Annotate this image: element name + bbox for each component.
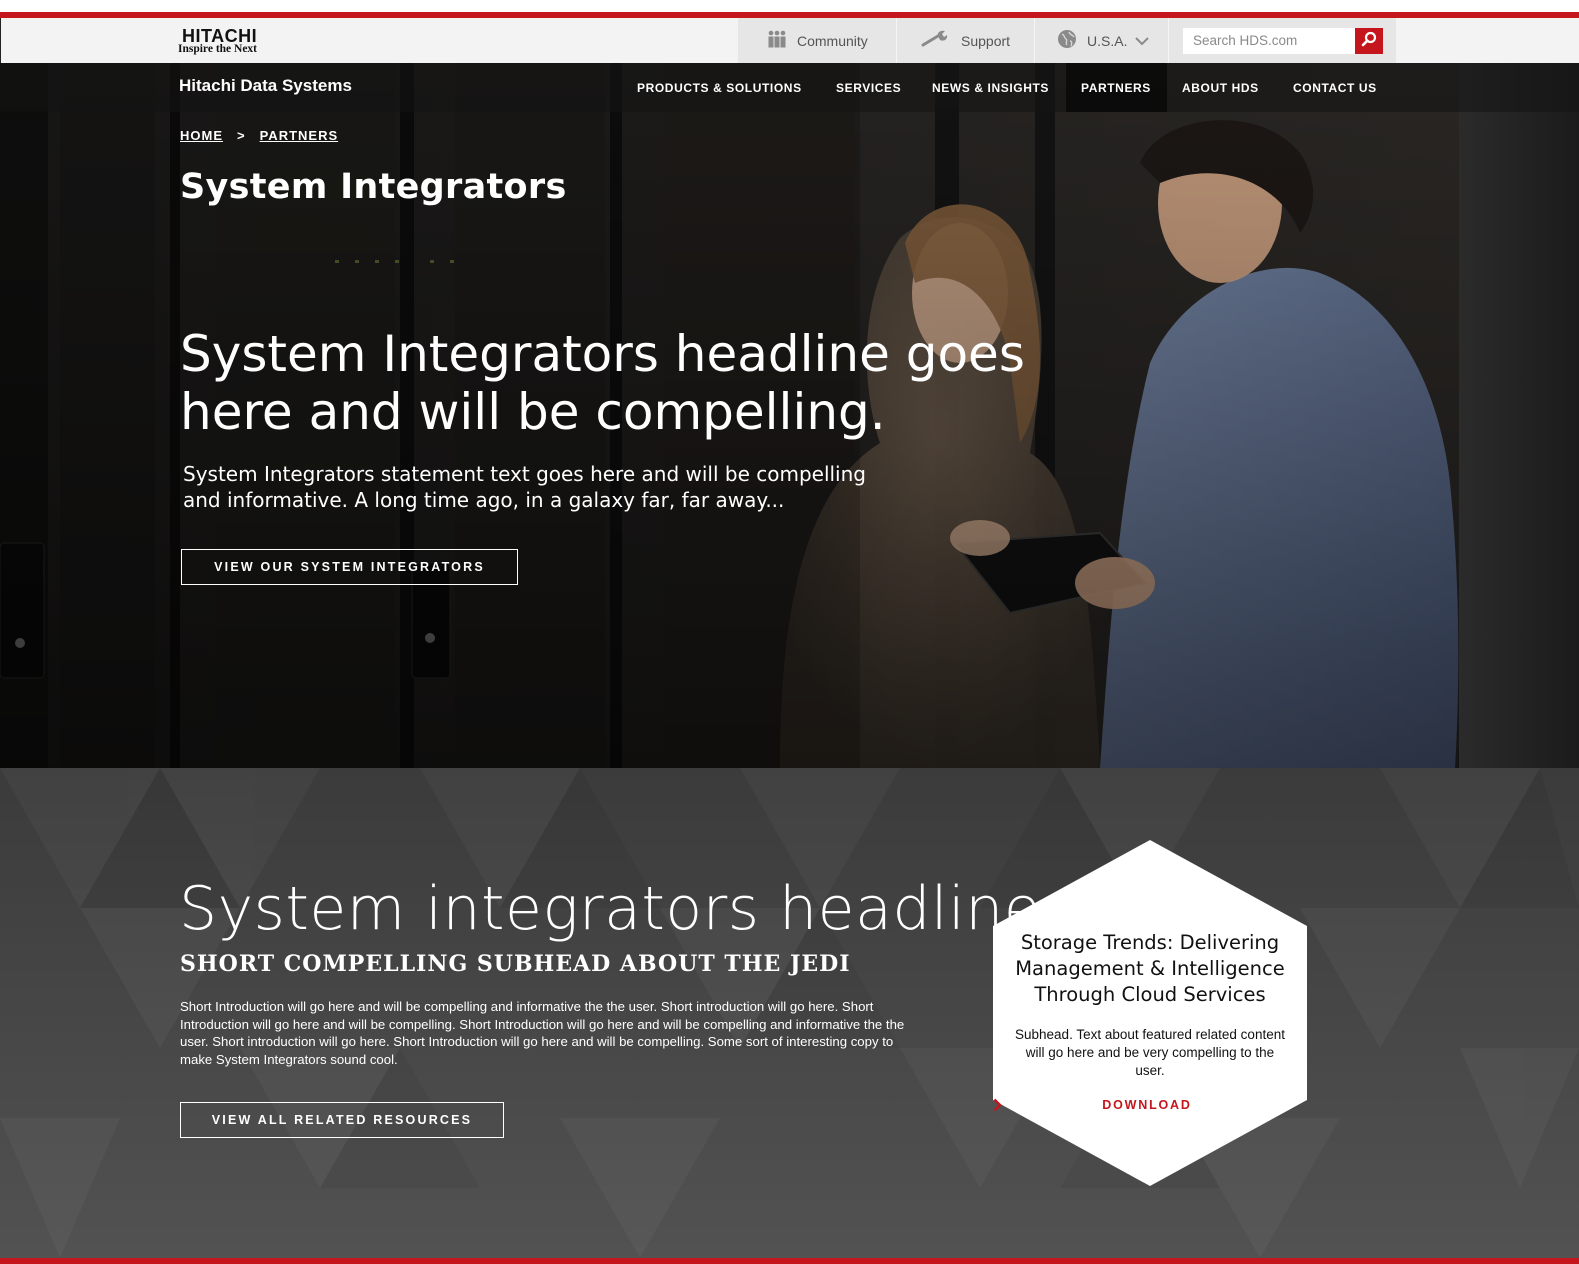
globe-icon xyxy=(1057,29,1077,52)
breadcrumb-separator: > xyxy=(237,128,246,143)
support-link[interactable]: Support xyxy=(897,18,1034,63)
featured-title: Storage Trends: Delivering Management & … xyxy=(1015,931,1285,1006)
view-related-resources-button[interactable]: VIEW ALL RELATED RESOURCES xyxy=(180,1102,504,1138)
search-icon xyxy=(1361,31,1377,50)
hero-side-panel xyxy=(1459,63,1579,768)
chevron-down-icon xyxy=(1135,33,1150,49)
wrench-icon xyxy=(921,30,949,51)
hero-headline: System Integrators headline goes here an… xyxy=(180,325,1025,441)
country-selector[interactable]: U.S.A. xyxy=(1035,18,1168,63)
logo-tagline: Inspire the Next xyxy=(178,43,258,55)
bottom-accent-stripe xyxy=(0,1258,1579,1264)
community-icon xyxy=(767,30,787,51)
section-headline: System integrators headline xyxy=(179,874,1042,944)
breadcrumb: HOME > PARTNERS xyxy=(180,128,338,143)
search-input[interactable] xyxy=(1183,27,1355,54)
hexagon-shape xyxy=(993,840,1307,1186)
search-area xyxy=(1169,18,1396,63)
featured-subhead: Subhead. Text about featured related con… xyxy=(1015,1027,1285,1078)
hero-section: Hitachi Data Systems PRODUCTS & SOLUTION… xyxy=(0,63,1579,768)
utility-bar: HITACHI Inspire the Next Community Suppo… xyxy=(0,18,1579,63)
section-intro: Short Introduction will go here and will… xyxy=(180,999,905,1068)
integrators-section: System integrators headline SHORT COMPEL… xyxy=(0,768,1579,1258)
nav-partners[interactable]: PARTNERS xyxy=(1081,81,1151,95)
section-subhead: SHORT COMPELLING SUBHEAD ABOUT THE JEDI xyxy=(180,951,851,977)
top-accent-stripe xyxy=(0,0,1579,18)
featured-content-card: Storage Trends: Delivering Management & … xyxy=(993,840,1307,1186)
hitachi-logo[interactable]: HITACHI Inspire the Next xyxy=(178,26,288,58)
community-label: Community xyxy=(797,32,868,49)
download-link[interactable]: DOWNLOAD xyxy=(993,1098,1307,1112)
view-system-integrators-button[interactable]: VIEW OUR SYSTEM INTEGRATORS xyxy=(181,549,518,585)
nav-contact-us[interactable]: CONTACT US xyxy=(1293,81,1377,95)
search-button[interactable] xyxy=(1355,27,1383,54)
country-label: U.S.A. xyxy=(1087,32,1128,49)
community-link[interactable]: Community xyxy=(738,18,896,63)
download-label: DOWNLOAD xyxy=(1102,1098,1192,1112)
breadcrumb-home[interactable]: HOME xyxy=(180,128,223,143)
nav-news-insights[interactable]: NEWS & INSIGHTS xyxy=(932,81,1049,95)
hero-statement: System Integrators statement text goes h… xyxy=(183,462,866,512)
nav-services[interactable]: SERVICES xyxy=(836,81,901,95)
nav-products-solutions[interactable]: PRODUCTS & SOLUTIONS xyxy=(637,81,802,95)
nav-about-hds[interactable]: ABOUT HDS xyxy=(1182,81,1259,95)
page-title: System Integrators xyxy=(180,167,567,207)
support-label: Support xyxy=(961,32,1011,49)
site-brand[interactable]: Hitachi Data Systems xyxy=(179,76,352,96)
breadcrumb-partners[interactable]: PARTNERS xyxy=(260,128,339,143)
main-nav: Hitachi Data Systems PRODUCTS & SOLUTION… xyxy=(0,63,1579,112)
